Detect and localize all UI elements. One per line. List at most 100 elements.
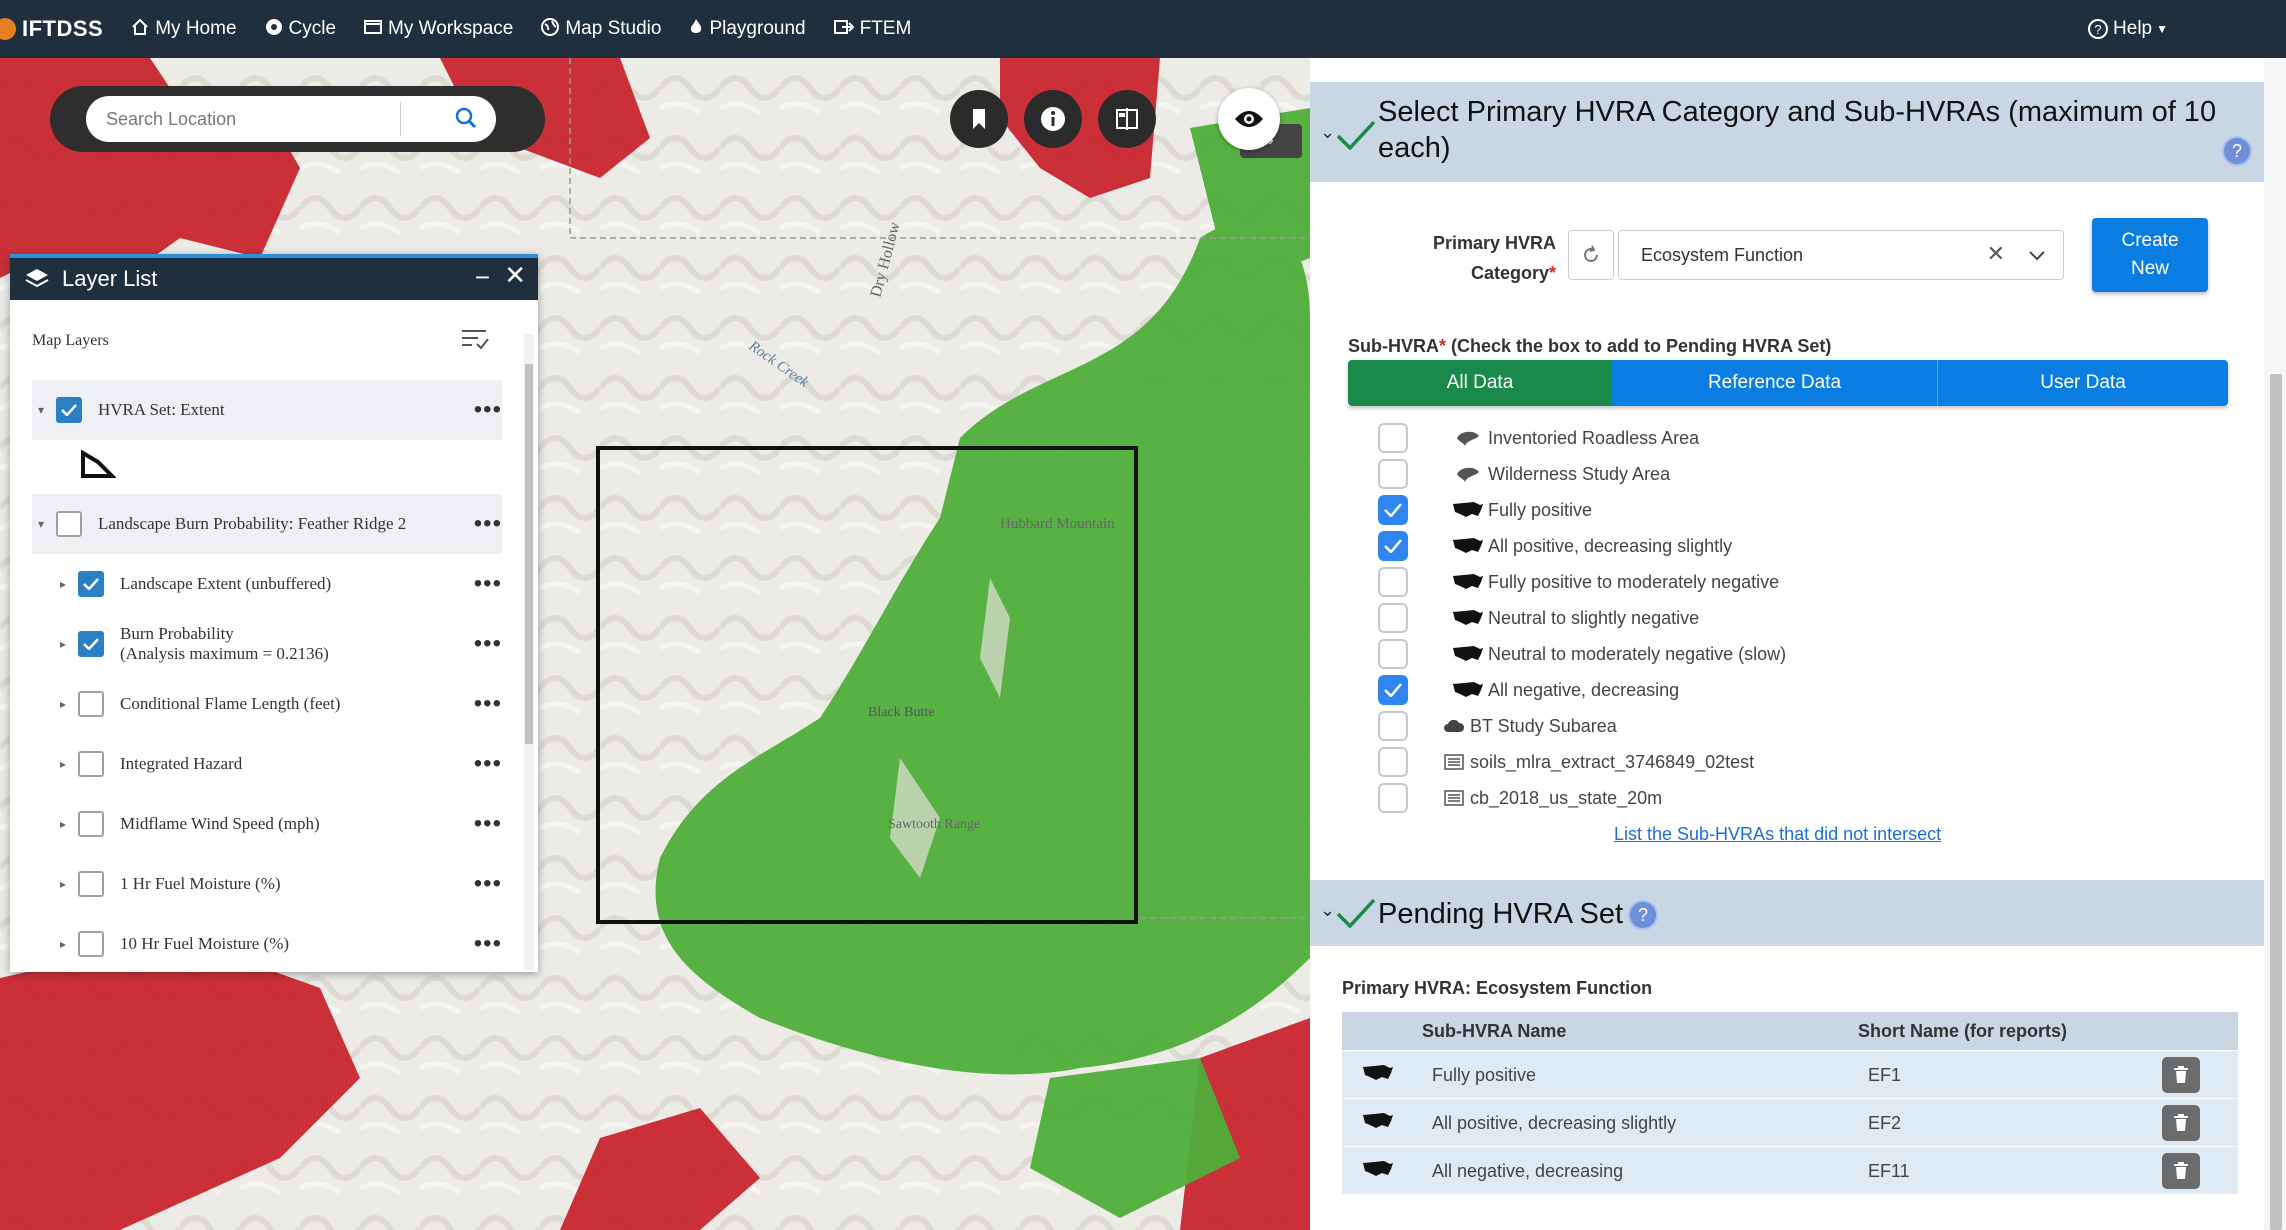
layer-checkbox[interactable]: [78, 571, 104, 597]
sub-hvra-row[interactable]: Fully positive to moderately negative: [1378, 564, 1779, 600]
sub-hvra-row[interactable]: Neutral to slightly negative: [1378, 600, 1699, 636]
scrollbar-thumb[interactable]: [525, 364, 533, 744]
layer-checkbox[interactable]: [78, 811, 104, 837]
primary-hvra-select[interactable]: Ecosystem Function ✕: [1618, 230, 2064, 280]
layer-checkbox[interactable]: [78, 871, 104, 897]
sub-hvra-row[interactable]: BT Study Subarea: [1378, 708, 1617, 744]
more-options-icon[interactable]: •••: [474, 750, 502, 778]
non-intersect-link[interactable]: List the Sub-HVRAs that did not intersec…: [1614, 824, 1941, 845]
more-options-icon[interactable]: •••: [474, 810, 502, 838]
minimize-icon[interactable]: −: [475, 262, 490, 293]
more-options-icon[interactable]: •••: [474, 396, 502, 424]
layer-row[interactable]: ▾ Landscape Burn Probability: Feather Ri…: [32, 494, 502, 554]
more-options-icon[interactable]: •••: [474, 510, 502, 538]
layer-checkbox[interactable]: [56, 397, 82, 423]
sub-hvra-row[interactable]: Wilderness Study Area: [1378, 456, 1670, 492]
caret-right-icon[interactable]: ▸: [54, 877, 72, 891]
filter-list-icon[interactable]: [460, 326, 490, 352]
sub-hvra-checkbox[interactable]: [1378, 639, 1408, 669]
layer-row[interactable]: ▸ Burn Probability (Analysis maximum = 0.…: [32, 614, 502, 674]
sub-hvra-checkbox[interactable]: [1378, 675, 1408, 705]
sub-hvra-row[interactable]: Fully positive: [1378, 492, 1592, 528]
tab-reference-data[interactable]: Reference Data: [1612, 360, 1938, 406]
pending-hvra-section-header[interactable]: ⌄ Pending HVRA Set ?: [1310, 880, 2264, 946]
layer-row[interactable]: ▸ Landscape Extent (unbuffered) •••: [32, 554, 502, 614]
more-options-icon[interactable]: •••: [474, 930, 502, 958]
caret-down-icon[interactable]: ▾: [32, 403, 50, 417]
panel-scrollbar[interactable]: [2264, 58, 2286, 1230]
more-options-icon[interactable]: •••: [474, 870, 502, 898]
caret-right-icon[interactable]: ▸: [54, 637, 72, 651]
compare-button[interactable]: [1098, 90, 1156, 148]
bookmark-button[interactable]: [950, 90, 1008, 148]
compare-icon: [1116, 108, 1138, 130]
more-options-icon[interactable]: •••: [474, 690, 502, 718]
caret-right-icon[interactable]: ▸: [54, 817, 72, 831]
sub-hvra-checkbox[interactable]: [1378, 711, 1408, 741]
layer-row[interactable]: ▸ Integrated Hazard •••: [32, 734, 502, 794]
layer-row[interactable]: ▸ 10 Hr Fuel Moisture (%) •••: [32, 914, 502, 974]
layer-row[interactable]: ▾ HVRA Set: Extent •••: [32, 380, 502, 440]
nav-cycle[interactable]: Cycle: [265, 18, 336, 41]
sub-hvra-row[interactable]: soils_mlra_extract_3746849_02test: [1378, 744, 1754, 780]
search-button[interactable]: [448, 100, 484, 136]
tab-user-data[interactable]: User Data: [1938, 360, 2228, 406]
pending-hvra-table: Sub-HVRA Name Short Name (for reports) F…: [1342, 1012, 2238, 1194]
visibility-button[interactable]: [1218, 88, 1280, 150]
sub-hvra-checkbox[interactable]: [1378, 423, 1408, 453]
nav-my-home[interactable]: My Home: [131, 18, 237, 41]
create-new-button[interactable]: Create New: [2092, 218, 2208, 292]
help-menu[interactable]: ? Help ▼: [2088, 0, 2168, 58]
layer-row[interactable]: ▸ 1 Hr Fuel Moisture (%) •••: [32, 854, 502, 914]
sub-hvra-checkbox[interactable]: [1378, 531, 1408, 561]
select-hvra-section-header[interactable]: ⌄ Select Primary HVRA Category and Sub-H…: [1310, 82, 2264, 182]
layer-checkbox[interactable]: [78, 751, 104, 777]
sub-hvra-checkbox[interactable]: [1378, 459, 1408, 489]
layer-list-scrollbar[interactable]: [524, 334, 534, 970]
chevron-down-icon[interactable]: ⌄: [1320, 122, 1335, 143]
delete-button[interactable]: [2162, 1105, 2200, 1141]
nav-map-studio[interactable]: Map Studio: [541, 17, 661, 41]
brand[interactable]: IFTDSS: [0, 0, 103, 58]
sub-hvra-checkbox[interactable]: [1378, 603, 1408, 633]
caret-right-icon[interactable]: ▸: [54, 697, 72, 711]
info-button[interactable]: [1024, 90, 1082, 148]
caret-down-icon[interactable]: ▾: [32, 517, 50, 531]
sub-hvra-row[interactable]: All negative, decreasing: [1378, 672, 1679, 708]
more-options-icon[interactable]: •••: [474, 570, 502, 598]
sub-hvra-checkbox[interactable]: [1378, 495, 1408, 525]
sub-hvra-checkbox[interactable]: [1378, 747, 1408, 777]
close-icon[interactable]: ✕: [504, 260, 526, 291]
help-icon[interactable]: ?: [2222, 136, 2252, 166]
clear-icon[interactable]: ✕: [1987, 241, 2005, 267]
sub-hvra-row[interactable]: Inventoried Roadless Area: [1378, 420, 1699, 456]
delete-button[interactable]: [2162, 1153, 2200, 1189]
caret-right-icon[interactable]: ▸: [54, 577, 72, 591]
nav-playground[interactable]: Playground: [689, 18, 806, 41]
search-input[interactable]: [106, 106, 426, 132]
refresh-button[interactable]: [1568, 230, 1614, 280]
more-options-icon[interactable]: •••: [474, 630, 502, 658]
layer-row[interactable]: ▸ Midflame Wind Speed (mph) •••: [32, 794, 502, 854]
layer-checkbox[interactable]: [78, 931, 104, 957]
scrollbar-thumb[interactable]: [2270, 374, 2282, 1230]
layer-row[interactable]: ▸ Conditional Flame Length (feet) •••: [32, 674, 502, 734]
sub-hvra-checkbox[interactable]: [1378, 783, 1408, 813]
sub-hvra-row[interactable]: All positive, decreasing slightly: [1378, 528, 1732, 564]
caret-right-icon[interactable]: ▸: [54, 937, 72, 951]
layer-list-title: Layer List: [62, 266, 158, 291]
layer-checkbox[interactable]: [78, 691, 104, 717]
nav-my-workspace[interactable]: My Workspace: [364, 18, 513, 40]
layer-checkbox[interactable]: [78, 631, 104, 657]
help-icon[interactable]: ?: [1628, 900, 1658, 930]
caret-right-icon[interactable]: ▸: [54, 757, 72, 771]
nav-ftem[interactable]: FTEM: [833, 18, 911, 40]
chevron-down-icon[interactable]: [2027, 245, 2047, 265]
sub-hvra-row[interactable]: cb_2018_us_state_20m: [1378, 780, 1662, 816]
tab-all-data[interactable]: All Data: [1348, 360, 1612, 406]
sub-hvra-row[interactable]: Neutral to moderately negative (slow): [1378, 636, 1786, 672]
delete-button[interactable]: [2162, 1057, 2200, 1093]
sub-hvra-checkbox[interactable]: [1378, 567, 1408, 597]
chevron-down-icon[interactable]: ⌄: [1320, 900, 1335, 921]
layer-checkbox[interactable]: [56, 511, 82, 537]
